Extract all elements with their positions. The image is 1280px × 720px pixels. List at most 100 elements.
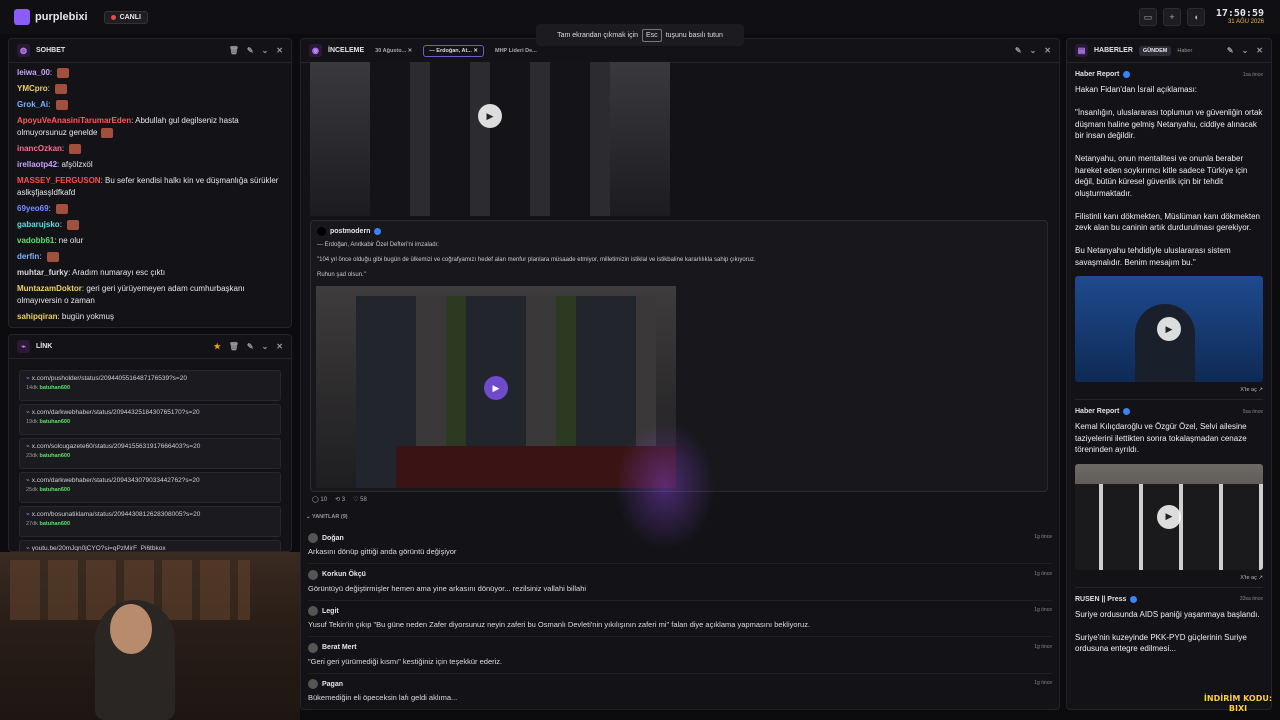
reply-text: Bükemediğin eli öpeceksin lafı geldi akl… — [308, 693, 458, 702]
open-on-x-link[interactable]: X'te aç ↗ — [1075, 387, 1263, 393]
chat-username[interactable]: MuntazamDoktor — [17, 284, 82, 293]
link-url[interactable]: ⌁ x.com/darkwebhaber/status/209434307903… — [26, 476, 274, 484]
tab-label: — Erdoğan, At... — [429, 47, 472, 54]
review-icon: ◉ — [309, 44, 322, 57]
close-icon[interactable]: ✕ — [276, 342, 283, 351]
chat-icon: ◍ — [17, 44, 30, 57]
chat-username[interactable]: sahipqiran — [17, 312, 57, 321]
author-avatar — [317, 227, 326, 236]
link-user[interactable]: batuhan600 — [39, 521, 70, 527]
news-time: 1sa önce — [1242, 71, 1263, 78]
tab-2[interactable]: — Erdoğan, At... ✕ — [423, 44, 484, 57]
link-user[interactable]: batuhan600 — [39, 453, 70, 459]
chevron-down-icon[interactable]: ⌄ — [1030, 46, 1037, 55]
post-author[interactable]: postmodern — [330, 228, 370, 235]
close-icon[interactable]: ✕ — [276, 46, 283, 55]
link-url[interactable]: ⌁ x.com/bosunatiklama/status/20944308126… — [26, 510, 274, 518]
chat-message: sahipqiran: bugün yokmuş — [9, 309, 291, 325]
link-url[interactable]: ⌁ x.com/pusholder/status/209440551648717… — [26, 374, 274, 382]
chat-message: muhtar_furky: Aradım numarayı esc çıktı — [9, 265, 291, 281]
screen-icon[interactable]: ▭ — [1139, 8, 1157, 26]
tab-gundem[interactable]: GÜNDEM — [1138, 45, 1172, 56]
link-item[interactable]: ⌁ x.com/bosunatiklama/status/20944308126… — [19, 506, 281, 537]
link-user[interactable]: batuhan600 — [39, 487, 70, 493]
reply-user[interactable]: Berat Mert — [308, 642, 357, 653]
link-user[interactable]: batuhan600 — [39, 419, 70, 425]
edit-icon[interactable]: ✎ — [247, 342, 254, 351]
news-source[interactable]: Haber Report — [1075, 71, 1119, 78]
link-url[interactable]: ⌁ youtu.be/20mJqn0jCYO?si=qPzMirF_Pi6tbk… — [26, 544, 274, 551]
link-ago: 19dk — [26, 419, 38, 425]
link-item[interactable]: ⌁ x.com/darkwebhaber/status/209434307903… — [19, 472, 281, 503]
link-item[interactable]: ⌁ x.com/solcugazete60/status/20941556319… — [19, 438, 281, 469]
live-badge: CANLI — [103, 10, 148, 24]
logo-icon — [14, 9, 30, 25]
chat-username[interactable]: muhtar_furky — [17, 268, 68, 277]
tab-3[interactable]: MHP Lideri De... — [490, 46, 542, 56]
link-ago: 27dk — [26, 521, 38, 527]
chat-username[interactable]: MASSEY_FERGUSON — [17, 176, 101, 185]
play-icon[interactable]: ▶ — [1157, 317, 1181, 341]
link-item[interactable]: ⌁ x.com/darkwebhaber/status/209443251843… — [19, 404, 281, 435]
chevron-down-icon[interactable]: ⌄ — [1242, 46, 1249, 55]
chat-username[interactable]: ApoyuVeAnasiniTarumarEden — [17, 116, 131, 125]
replies-toggle[interactable]: ⌄ YANITLAR (9) — [306, 514, 348, 520]
link-label: X'te aç — [1240, 387, 1257, 393]
link-url[interactable]: ⌁ x.com/solcugazete60/status/20941556319… — [26, 442, 274, 450]
chevron-down-icon[interactable]: ⌄ — [262, 342, 269, 351]
like-count[interactable]: ♡ 58 — [353, 496, 367, 503]
top-video[interactable]: ▶ — [310, 62, 670, 216]
link-item[interactable]: ⌁ x.com/pusholder/status/209440551648717… — [19, 370, 281, 401]
link-panel: ⌁ LİNK ★ 🗑 ✎ ⌄ ✕ ⌁ x.com/pusholder/statu… — [8, 334, 292, 552]
post-line3: Ruhun şad olsun." — [317, 272, 366, 278]
chat-username[interactable]: YMCpro — [17, 84, 48, 93]
chat-username[interactable]: 69yeo69 — [17, 204, 49, 213]
link-meta: 19dk batuhan600 — [26, 419, 274, 425]
open-on-x-link[interactable]: X'te aç ↗ — [1075, 575, 1263, 581]
chat-username[interactable]: irellaotp42 — [17, 160, 57, 169]
chat-text: Aradım numarayı esc çıktı — [72, 268, 166, 277]
edit-icon[interactable]: ✎ — [1227, 46, 1234, 55]
star-icon[interactable]: ★ — [214, 342, 221, 351]
brand-logo[interactable]: purplebixi — [14, 9, 88, 25]
repost-count[interactable]: ⟲ 3 — [335, 496, 345, 503]
reply-count[interactable]: ◯ 10 — [312, 496, 327, 503]
tab-haber[interactable]: Haber — [1177, 48, 1192, 54]
link-user[interactable]: batuhan600 — [39, 385, 70, 391]
edit-icon[interactable]: ✎ — [1015, 46, 1022, 55]
chat-message: irellaotp42: afşölzxöl — [9, 157, 291, 173]
emote-icon — [57, 67, 70, 78]
news-video[interactable]: ▶ — [1075, 276, 1263, 382]
chat-username[interactable]: gabarujsko — [17, 220, 60, 229]
news-source[interactable]: Haber Report — [1075, 408, 1119, 415]
chat-username[interactable]: inancOzkan — [17, 144, 62, 153]
close-icon[interactable]: ✕ — [1256, 46, 1263, 55]
chat-username[interactable]: derfin — [17, 252, 39, 261]
reply-user[interactable]: Pagan — [308, 679, 343, 689]
edit-icon[interactable]: ✎ — [247, 46, 254, 55]
link-item[interactable]: ⌁ youtu.be/20mJqn0jCYO?si=qPzMirF_Pi6tbk… — [19, 540, 281, 551]
add-icon[interactable]: + — [1163, 8, 1181, 26]
reply-user[interactable]: Doğan — [308, 533, 344, 543]
chat-username[interactable]: vadobb61 — [17, 236, 54, 245]
chat-message: leiwa_00: — [9, 65, 291, 81]
tab-1[interactable]: 30 Ağusto... ✕ — [370, 46, 417, 56]
news-video[interactable]: ▶ — [1075, 463, 1263, 570]
reply-user[interactable]: Korkun Ökçü — [308, 569, 366, 580]
close-icon[interactable]: ✕ — [1044, 46, 1051, 55]
news-text: Suriye ordusunda AIDS paniği yaşanmaya b… — [1075, 609, 1260, 654]
trash-icon[interactable]: 🗑 — [229, 46, 239, 55]
play-icon[interactable]: ▶ — [478, 104, 502, 128]
trash-icon[interactable]: 🗑 — [229, 342, 239, 351]
volume-icon[interactable]: ◖ — [1187, 8, 1205, 26]
link-url-text: x.com/bosunatiklama/status/2094430812628… — [31, 511, 201, 518]
chat-username[interactable]: Grok_Ai — [17, 100, 48, 109]
play-icon[interactable]: ▶ — [484, 376, 508, 400]
news-source[interactable]: RUSEN || Press — [1075, 596, 1126, 603]
chevron-down-icon[interactable]: ⌄ — [262, 46, 269, 55]
chat-username[interactable]: leiwa_00 — [17, 68, 50, 77]
reply-user[interactable]: Legit — [308, 606, 339, 616]
link-url[interactable]: ⌁ x.com/darkwebhaber/status/209443251843… — [26, 408, 274, 416]
play-icon[interactable]: ▶ — [1157, 504, 1181, 529]
tab-label: 30 Ağusto... — [375, 47, 407, 54]
